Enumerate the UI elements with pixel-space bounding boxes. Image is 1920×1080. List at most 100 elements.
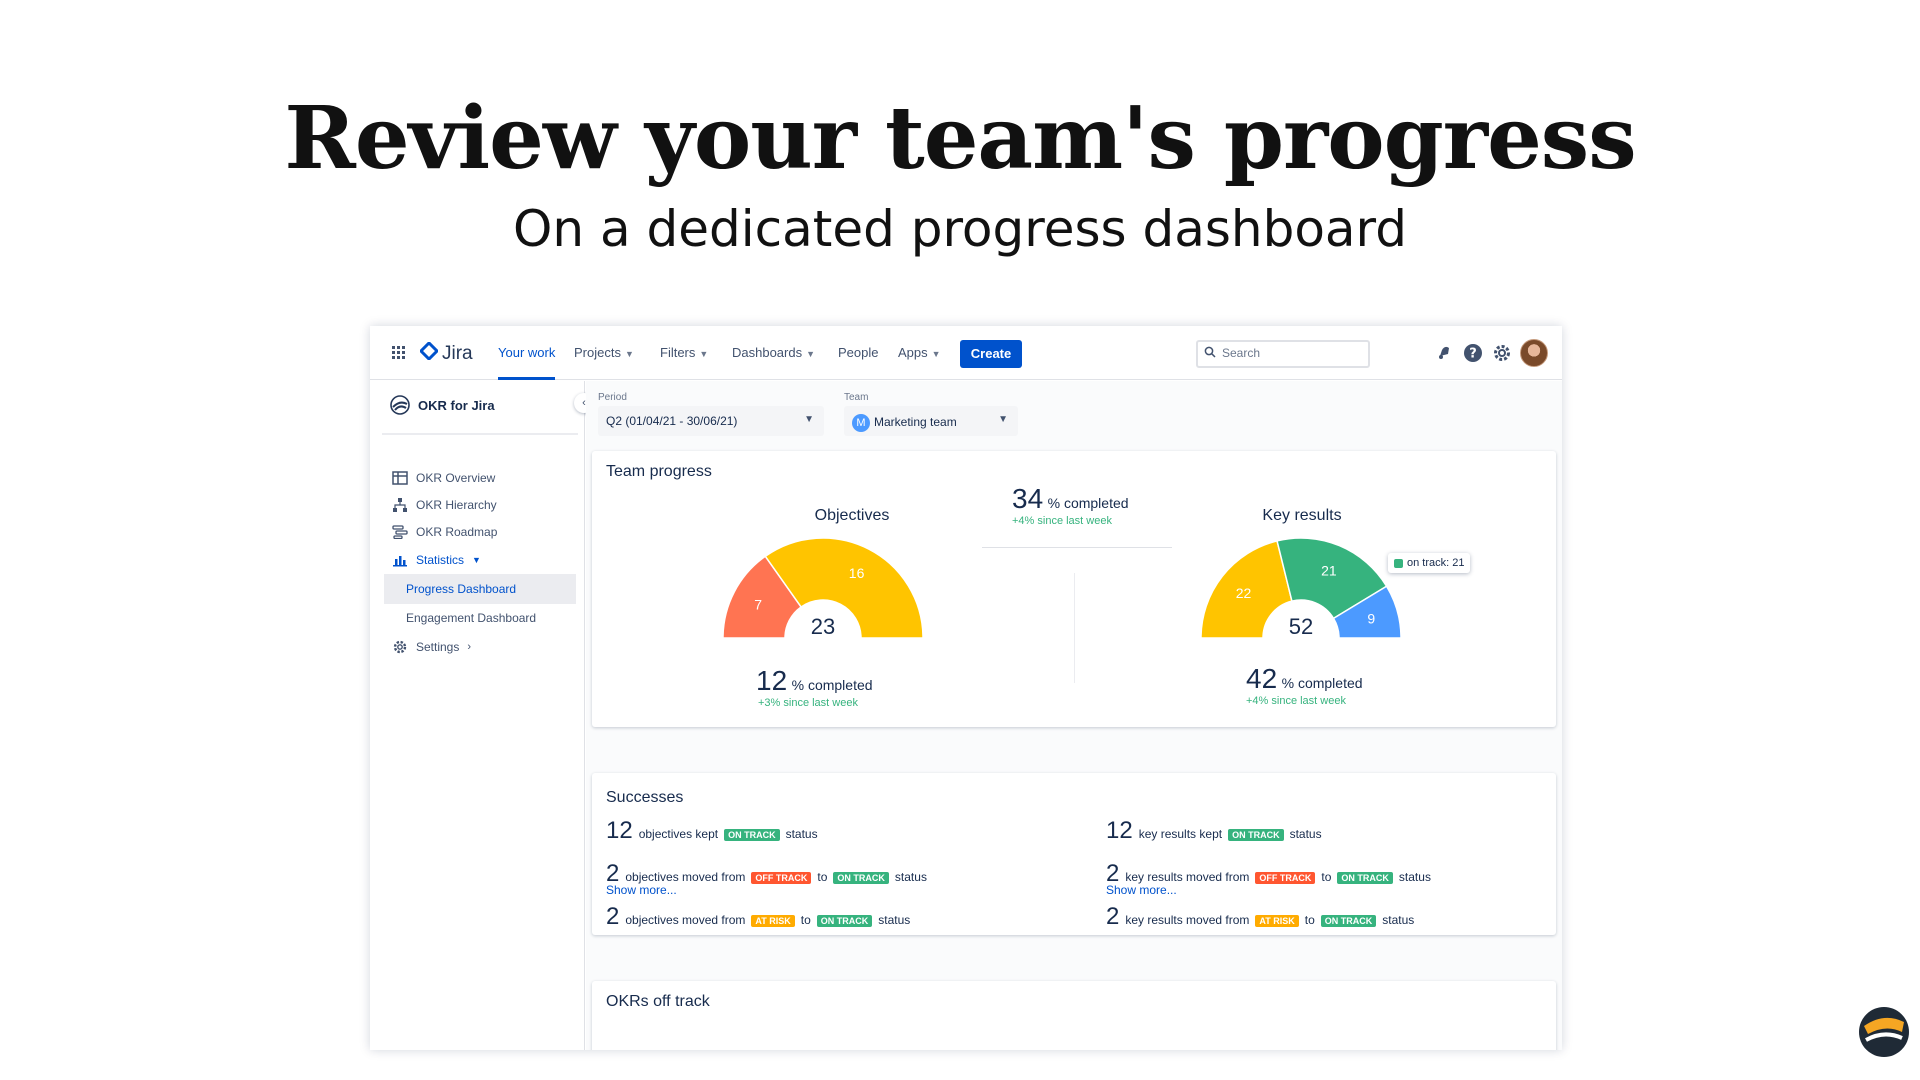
chevron-down-icon: ▼ bbox=[699, 349, 709, 359]
chevron-down-icon: ▼ bbox=[624, 349, 634, 359]
on-track-lozenge: ON TRACK bbox=[816, 915, 873, 927]
success-count: 2 bbox=[1106, 903, 1120, 930]
period-select[interactable]: Q2 (01/04/21 - 30/06/21) ▼ bbox=[598, 406, 824, 436]
gauge-segment-label: 16 bbox=[849, 565, 865, 581]
success-text: key results kept bbox=[1138, 827, 1223, 841]
key-results-tooltip: on track: 21 bbox=[1388, 553, 1471, 573]
okrs-off-track-card: OKRs off track bbox=[592, 981, 1556, 1050]
sidebar-item-engagement-dashboard[interactable]: Engagement Dashboard bbox=[384, 603, 576, 633]
hero-title: Review your team's progress bbox=[284, 88, 1636, 189]
success-line: 12 objectives kept ON TRACK status bbox=[606, 817, 818, 845]
at-risk-lozenge: AT RISK bbox=[751, 915, 795, 927]
nav-dashboards[interactable]: Dashboards ▼ bbox=[732, 326, 815, 380]
nav-apps[interactable]: Apps ▼ bbox=[898, 326, 941, 380]
table-icon bbox=[392, 471, 408, 485]
successes-card: Successes 12 objectives kept ON TRACK st… bbox=[592, 773, 1556, 935]
sidebar-item-okr-roadmap[interactable]: OKR Roadmap bbox=[392, 525, 497, 539]
gauge-total: 52 bbox=[1289, 614, 1313, 639]
on-track-lozenge: ON TRACK bbox=[724, 829, 780, 841]
chevron-down-icon: ▼ bbox=[931, 349, 941, 359]
roadmap-icon bbox=[392, 525, 408, 539]
show-more-objectives-link[interactable]: Show more... bbox=[606, 883, 677, 897]
gauge-segment-label: 9 bbox=[1367, 610, 1375, 626]
success-count: 12 bbox=[606, 817, 633, 844]
hierarchy-icon bbox=[393, 498, 407, 512]
on-track-lozenge: ON TRACK bbox=[1228, 829, 1284, 841]
overall-percent: 34 bbox=[1012, 483, 1044, 514]
bell-icon[interactable] bbox=[1434, 342, 1456, 364]
okr-logo-icon bbox=[390, 395, 410, 415]
app-switcher-icon[interactable] bbox=[392, 346, 406, 360]
jira-app-window: Jira Your work Projects ▼ Filters ▼ Dashbo… bbox=[370, 326, 1562, 1050]
on-track-lozenge: ON TRACK bbox=[1320, 915, 1377, 927]
objectives-gauge: 7 16 23 bbox=[722, 537, 924, 639]
nav-filters[interactable]: Filters ▼ bbox=[660, 326, 708, 380]
chevron-down-icon: ▼ bbox=[998, 414, 1008, 425]
chart-icon bbox=[393, 556, 407, 567]
svg-text:?: ? bbox=[1469, 347, 1477, 362]
sidebar-item-okr-overview[interactable]: OKR Overview bbox=[392, 471, 495, 485]
tooltip-text: on track: 21 bbox=[1407, 557, 1465, 569]
chevron-down-icon: ▼ bbox=[804, 414, 814, 425]
objectives-title: Objectives bbox=[814, 507, 890, 524]
jira-mark-icon bbox=[418, 340, 440, 365]
create-button[interactable]: Create bbox=[960, 340, 1022, 368]
success-text: objectives kept bbox=[638, 827, 719, 841]
chevron-down-icon: ▼ bbox=[472, 555, 481, 565]
divider bbox=[982, 547, 1172, 548]
success-text: status bbox=[1289, 827, 1322, 841]
jira-logo[interactable]: Jira bbox=[418, 340, 473, 365]
gauge-segment-label: 21 bbox=[1321, 563, 1337, 579]
objectives-percent: 12 bbox=[756, 665, 788, 696]
success-line: 12 key results kept ON TRACK status bbox=[1106, 817, 1322, 845]
gear-icon[interactable] bbox=[1491, 342, 1513, 364]
success-text: key results moved from bbox=[1125, 913, 1250, 927]
team-select[interactable]: M Marketing team ▼ bbox=[844, 406, 1018, 436]
key-results-delta: +4% since last week bbox=[1246, 695, 1346, 707]
team-progress-title: Team progress bbox=[606, 463, 712, 480]
gauge-total: 23 bbox=[811, 614, 835, 639]
overall-completion: 34 % completed +4% since last week bbox=[1012, 483, 1129, 527]
successes-title: Successes bbox=[606, 789, 684, 806]
user-avatar[interactable] bbox=[1520, 339, 1548, 367]
key-results-percent: 42 bbox=[1246, 663, 1278, 694]
jira-logo-text: Jira bbox=[442, 342, 473, 364]
success-text: objectives moved from bbox=[625, 913, 746, 927]
top-navigation: Jira Your work Projects ▼ Filters ▼ Dashbo… bbox=[370, 326, 1562, 380]
key-results-gauge: 22 21 9 52 bbox=[1200, 537, 1402, 639]
success-text: status bbox=[785, 827, 818, 841]
main-content: Period Q2 (01/04/21 - 30/06/21) ▼ Team M… bbox=[586, 381, 1562, 1050]
help-icon[interactable]: ? bbox=[1462, 342, 1484, 364]
gauge-segment[interactable] bbox=[764, 537, 924, 639]
key-results-title: Key results bbox=[1262, 507, 1342, 524]
objectives-percent-label: % completed bbox=[791, 677, 873, 693]
off-track-lozenge: OFF TRACK bbox=[751, 872, 812, 884]
search-input[interactable]: Search bbox=[1196, 340, 1370, 368]
sidebar-item-statistics[interactable]: Statistics ▼ bbox=[392, 553, 481, 567]
at-risk-lozenge: AT RISK bbox=[1255, 915, 1299, 927]
okrs-off-track-title: OKRs off track bbox=[606, 993, 710, 1010]
chevron-right-icon: › bbox=[467, 641, 472, 653]
objectives-delta: +3% since last week bbox=[758, 697, 858, 709]
success-text: to bbox=[1304, 913, 1315, 927]
nav-projects[interactable]: Projects ▼ bbox=[574, 326, 634, 380]
overall-delta: +4% since last week bbox=[1012, 515, 1112, 527]
search-placeholder: Search bbox=[1222, 346, 1261, 360]
success-line: 2 objectives moved from AT RISK to ON TR… bbox=[606, 903, 910, 931]
nav-people[interactable]: People bbox=[838, 326, 878, 380]
sidebar-item-settings[interactable]: Settings › bbox=[392, 639, 471, 655]
success-text: to bbox=[1321, 870, 1332, 884]
show-more-key-results-link[interactable]: Show more... bbox=[1106, 883, 1177, 897]
sidebar-item-progress-dashboard[interactable]: Progress Dashboard bbox=[384, 574, 576, 604]
sidebar-brand[interactable]: OKR for Jira bbox=[390, 395, 495, 415]
sidebar-item-okr-hierarchy[interactable]: OKR Hierarchy bbox=[392, 498, 497, 512]
team-avatar: M bbox=[852, 414, 870, 432]
period-value: Q2 (01/04/21 - 30/06/21) bbox=[606, 414, 738, 428]
nav-your-work[interactable]: Your work bbox=[498, 326, 556, 380]
success-text: to bbox=[817, 870, 828, 884]
sidebar-item-label: Settings bbox=[416, 640, 460, 654]
search-icon bbox=[1204, 346, 1216, 358]
team-progress-card: Team progress Objectives 7 16 23 12 % comp… bbox=[592, 451, 1556, 727]
success-text: key results moved from bbox=[1125, 870, 1250, 884]
success-count: 2 bbox=[606, 903, 620, 930]
